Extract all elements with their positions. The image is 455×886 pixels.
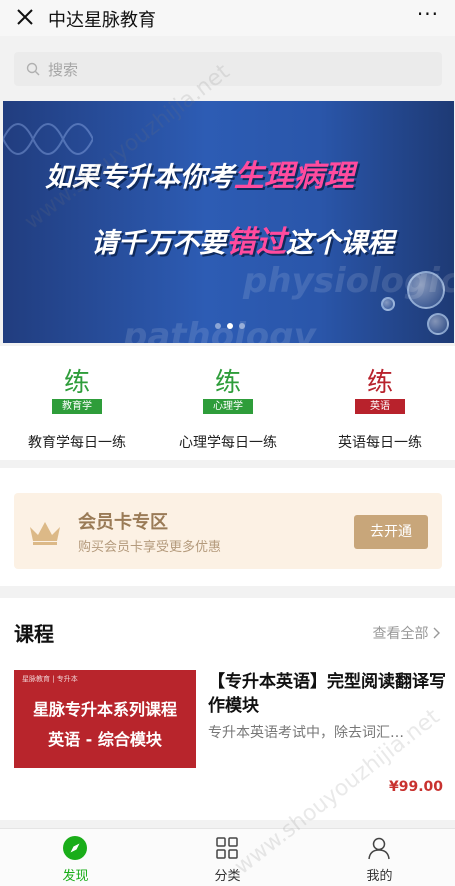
search-section: 搜索 <box>0 36 455 98</box>
practice-label: 教育学每日一练 <box>28 435 126 451</box>
compass-icon <box>63 836 87 860</box>
thumb-line-2: 英语 - 综合模块 <box>48 730 162 749</box>
practice-badge-icon: 练 教育学 <box>52 368 102 414</box>
vip-section: 会员卡专区 购买会员卡享受更多优惠 去开通 <box>0 468 455 586</box>
carousel-indicator <box>215 323 245 329</box>
carousel-dot[interactable] <box>239 323 245 329</box>
course-thumbnail[interactable]: 星脉教育 | 专升本 星脉专升本系列课程 英语 - 综合模块 <box>14 670 196 768</box>
course-price: ¥99.00 <box>388 779 443 795</box>
carousel-dot[interactable] <box>215 323 221 329</box>
page-title: 中达星脉教育 <box>48 10 156 31</box>
practice-label: 心理学每日一练 <box>179 435 277 451</box>
banner-headline-2: 请千万不要错过这个课程 <box>91 217 394 261</box>
bottom-tab-bar: 发现 分类 我的 <box>0 828 455 886</box>
course-section: 课程 查看全部 星脉教育 | 专升本 星脉专升本系列课程 英语 - 综合模块 【… <box>0 598 455 820</box>
tab-label: 我的 <box>366 869 393 884</box>
practice-tag: 心理学 <box>203 399 253 414</box>
banner-carousel[interactable]: physiological pathology 如果专升本你考生理病理 请千万不… <box>3 101 454 343</box>
banner-line2-highlight: 错过 <box>226 225 286 260</box>
view-all-link[interactable]: 查看全部 <box>373 623 441 643</box>
view-all-label: 查看全部 <box>372 626 429 642</box>
bubble-decoration <box>407 271 445 309</box>
banner-line1-prefix: 如果专升本你考 <box>45 162 234 193</box>
banner-line2-suffix: 这个课程 <box>286 228 394 259</box>
banner-line1-highlight: 生理病理 <box>234 159 354 194</box>
practice-label: 英语每日一练 <box>338 435 422 451</box>
more-icon[interactable]: ··· <box>417 2 439 26</box>
practice-item-psychology[interactable]: 练 心理学 心理学每日一练 <box>153 346 303 460</box>
banner-bg-text-2: pathology <box>123 316 316 343</box>
search-placeholder: 搜索 <box>48 61 79 79</box>
bubble-decoration <box>427 313 449 335</box>
practice-badge-icon: 练 英语 <box>355 368 405 414</box>
practice-badge-icon: 练 心理学 <box>203 368 253 414</box>
grid-icon <box>216 837 238 859</box>
chevron-right-icon <box>433 627 440 639</box>
practice-item-education[interactable]: 练 教育学 教育学每日一练 <box>2 346 152 460</box>
bubble-decoration <box>381 297 395 311</box>
vip-card[interactable]: 会员卡专区 购买会员卡享受更多优惠 去开通 <box>14 493 442 569</box>
vip-subtitle: 购买会员卡享受更多优惠 <box>78 540 222 555</box>
tab-category[interactable]: 分类 <box>152 829 303 886</box>
course-description: 专升本英语考试中，除去词汇… <box>208 725 404 741</box>
vip-title: 会员卡专区 <box>78 512 168 533</box>
tab-label: 分类 <box>214 869 241 884</box>
banner-line2-prefix: 请千万不要 <box>91 228 226 259</box>
carousel-dot-active[interactable] <box>227 323 233 329</box>
search-icon <box>26 62 40 76</box>
banner-headline-1: 如果专升本你考生理病理 <box>45 151 354 195</box>
practice-char: 练 <box>214 368 241 398</box>
top-bar: 中达星脉教育 ··· <box>0 0 455 36</box>
thumb-line-1: 星脉专升本系列课程 <box>32 700 177 719</box>
person-icon <box>368 837 390 860</box>
tab-mine[interactable]: 我的 <box>304 829 455 886</box>
practice-tag: 教育学 <box>52 399 102 414</box>
practice-item-english[interactable]: 练 英语 英语每日一练 <box>305 346 455 460</box>
activate-button[interactable]: 去开通 <box>354 515 428 549</box>
course-title[interactable]: 【专升本英语】完型阅读翻译写作模块 <box>208 670 446 718</box>
thumb-logo: 星脉教育 | 专升本 <box>22 675 78 683</box>
practice-char: 练 <box>366 368 393 398</box>
practice-tag: 英语 <box>355 399 405 414</box>
daily-practice-section: 练 教育学 教育学每日一练 练 心理学 心理学每日一练 练 英语 英语每日一练 <box>0 346 455 460</box>
course-heading: 课程 <box>14 622 54 646</box>
crown-icon <box>30 522 60 545</box>
practice-char: 练 <box>63 368 90 398</box>
search-input[interactable]: 搜索 <box>14 52 442 86</box>
close-icon[interactable] <box>14 6 36 28</box>
tab-label: 发现 <box>62 869 89 884</box>
tab-discover[interactable]: 发现 <box>0 829 151 886</box>
